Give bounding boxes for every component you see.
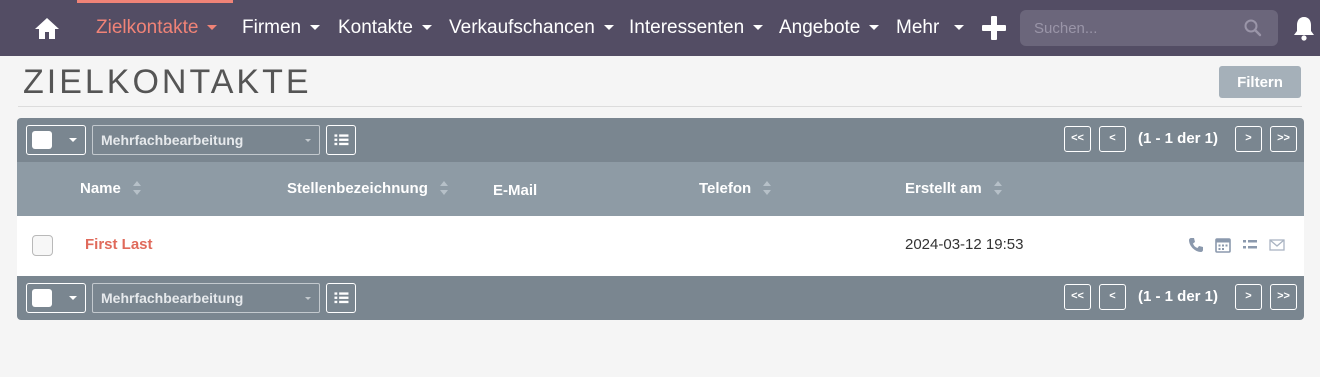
sort-icon[interactable]	[763, 181, 773, 197]
nav-item-mehr[interactable]: Mehr	[896, 0, 965, 56]
column-header-email: E-Mail	[493, 182, 537, 199]
pagination-count: (1 - 1 der 1)	[1138, 130, 1219, 147]
chevron-down-icon	[207, 25, 218, 30]
column-label: E-Mail	[493, 182, 538, 199]
next-page-button[interactable]: >	[1235, 126, 1262, 152]
home-icon[interactable]	[30, 14, 64, 42]
prev-page-button[interactable]: <	[1099, 126, 1126, 152]
nav-item-label: Interessenten	[629, 17, 745, 38]
chevron-down-icon	[954, 25, 965, 30]
list-icon	[334, 134, 349, 146]
phone-icon[interactable]	[1187, 236, 1205, 254]
nav-item-interessenten[interactable]: Interessenten	[629, 0, 764, 56]
sort-icon[interactable]	[132, 181, 143, 197]
chevron-down-icon	[305, 139, 311, 142]
bell-icon[interactable]	[1292, 14, 1316, 42]
column-label: Name	[80, 180, 121, 197]
nav-item-kontakte[interactable]: Kontakte	[338, 0, 432, 56]
mass-update-select[interactable]: Mehrfachbearbeitung	[92, 283, 320, 313]
plus-icon[interactable]	[982, 16, 1006, 40]
email-icon[interactable]	[1268, 236, 1286, 254]
chevron-down-icon	[603, 25, 614, 30]
checkbox-icon	[32, 289, 52, 307]
column-label: Telefon	[699, 180, 752, 197]
mass-update-label: Mehrfachbearbeitung	[101, 132, 244, 148]
last-page-button[interactable]: >>	[1270, 126, 1297, 152]
nav-item-firmen[interactable]: Firmen	[242, 0, 321, 56]
top-pagination-bar: Mehrfachbearbeitung << < (1 - 1 der 1) >…	[17, 118, 1304, 162]
nav-item-label: Zielkontakte	[96, 17, 199, 38]
nav-item-label: Angebote	[779, 17, 861, 38]
last-page-button[interactable]: >>	[1270, 284, 1297, 310]
divider	[18, 106, 1302, 107]
record-name-link[interactable]: First Last	[85, 236, 153, 253]
column-label: Stellenbezeichnung	[287, 180, 428, 197]
task-list-icon[interactable]	[1241, 236, 1259, 254]
column-header-title[interactable]: Stellenbezeichnung	[287, 180, 450, 197]
list-view-panel: Mehrfachbearbeitung << < (1 - 1 der 1) >…	[17, 118, 1304, 320]
column-header-phone[interactable]: Telefon	[699, 180, 773, 197]
chevron-down-icon	[310, 25, 321, 30]
bottom-pagination-bar: Mehrfachbearbeitung << < (1 - 1 der 1) >…	[17, 276, 1304, 320]
first-page-button[interactable]: <<	[1064, 284, 1091, 310]
select-all-dropdown[interactable]	[26, 125, 86, 155]
nav-item-label: Mehr	[896, 17, 940, 38]
checkbox-icon	[32, 131, 52, 149]
search-input[interactable]	[1020, 10, 1278, 46]
row-checkbox[interactable]	[32, 235, 53, 256]
chevron-down-icon	[69, 138, 77, 142]
nav-item-label: Kontakte	[338, 17, 413, 38]
first-page-button[interactable]: <<	[1064, 126, 1091, 152]
mass-update-label: Mehrfachbearbeitung	[101, 290, 244, 306]
column-chooser-button[interactable]	[326, 283, 356, 313]
column-header-created[interactable]: Erstellt am	[905, 180, 1004, 197]
column-header-name[interactable]: Name	[80, 180, 143, 197]
nav-item-label: Verkaufschancen	[449, 17, 595, 38]
select-all-dropdown[interactable]	[26, 283, 86, 313]
prev-page-button[interactable]: <	[1099, 284, 1126, 310]
table-header: Name Stellenbezeichnung E-Mail Telefon E…	[17, 162, 1304, 216]
table-row: First Last 2024-03-12 19:53	[17, 216, 1304, 276]
nav-item-zielkontakte[interactable]: Zielkontakte	[96, 0, 218, 56]
next-page-button[interactable]: >	[1235, 284, 1262, 310]
top-navbar: Zielkontakte Firmen Kontakte Verkaufscha…	[0, 0, 1320, 56]
chevron-down-icon	[422, 25, 432, 30]
sort-icon[interactable]	[439, 181, 450, 197]
sort-icon[interactable]	[993, 181, 1004, 197]
pagination-count: (1 - 1 der 1)	[1138, 288, 1219, 305]
created-date: 2024-03-12 19:53	[905, 236, 1024, 253]
calendar-icon[interactable]	[1214, 236, 1232, 254]
nav-item-angebote[interactable]: Angebote	[779, 0, 880, 56]
chevron-down-icon	[305, 297, 311, 300]
filter-button[interactable]: Filtern	[1219, 66, 1301, 98]
list-icon	[334, 292, 349, 304]
mass-update-select[interactable]: Mehrfachbearbeitung	[92, 125, 320, 155]
page-title: ZIELKONTAKTE	[23, 63, 312, 101]
nav-item-verkaufschancen[interactable]: Verkaufschancen	[449, 0, 614, 56]
chevron-down-icon	[869, 25, 880, 30]
chevron-down-icon	[753, 25, 764, 30]
column-label: Erstellt am	[905, 180, 982, 197]
column-chooser-button[interactable]	[326, 125, 356, 155]
search-icon[interactable]	[1243, 18, 1263, 38]
chevron-down-icon	[69, 296, 77, 300]
nav-item-label: Firmen	[242, 17, 302, 38]
